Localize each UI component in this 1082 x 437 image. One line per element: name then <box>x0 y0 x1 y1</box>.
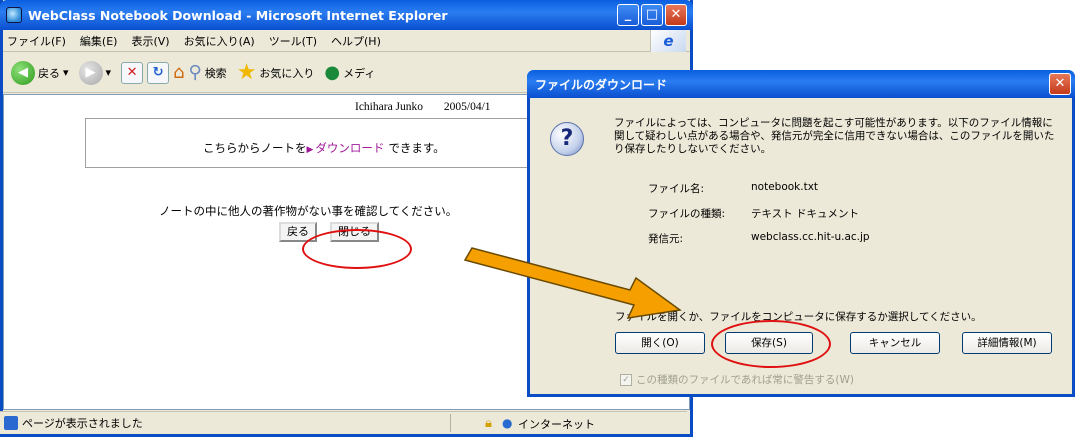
globe-icon: ● <box>502 416 513 430</box>
dialog-close-button[interactable]: ✕ <box>1049 73 1071 95</box>
always-ask-label: この種類のファイルであれば常に警告する(W) <box>636 374 854 386</box>
details-button[interactable]: 詳細情報(M) <box>962 332 1052 354</box>
source-value: webclass.cc.hit-u.ac.jp <box>751 231 870 243</box>
refresh-button[interactable]: ↻ <box>147 61 170 84</box>
always-ask-checkbox[interactable]: ✓ <box>620 373 632 386</box>
ie-window-title: WebClass Notebook Download - Microsoft I… <box>28 7 448 23</box>
menu-bar: ファイル(F) 編集(E) 表示(V) お気に入り(A) ツール(T) ヘルプ(… <box>3 30 690 52</box>
star-icon: ★ <box>236 60 257 85</box>
home-icon[interactable]: ⌂ <box>173 62 184 83</box>
file-type-label: ファイルの種類: <box>648 208 726 220</box>
back-arrow-icon: ◀ <box>11 60 35 85</box>
open-button[interactable]: 開く(O) <box>615 332 705 354</box>
back-dropdown-icon[interactable]: ▾ <box>63 66 69 79</box>
note-suffix: できます。 <box>388 141 445 155</box>
note-prefix: こちらからノートを <box>203 141 307 155</box>
security-zone: インターネット <box>518 418 595 431</box>
forward-arrow-icon: ▶ <box>78 60 103 85</box>
ie-app-icon <box>6 7 22 23</box>
warning-message: ファイルによっては、コンピュータに問題を起こす可能性があります。以下のファイル情… <box>614 117 1055 155</box>
menu-favorites[interactable]: お気に入り(A) <box>184 33 255 49</box>
save-button-highlight <box>711 320 831 368</box>
maximize-button[interactable]: □ <box>641 4 663 26</box>
link-arrow-icon: ▶ <box>306 145 314 155</box>
windows-logo-icon: e <box>650 30 686 52</box>
back-label: 戻る <box>38 66 60 80</box>
dialog-title-bar[interactable]: ファイルのダウンロード ✕ <box>527 70 1075 98</box>
source-label: 発信元: <box>648 233 684 245</box>
page-icon <box>4 416 18 430</box>
stop-button[interactable]: ✕ <box>121 61 144 84</box>
cancel-button[interactable]: キャンセル <box>850 332 940 354</box>
always-ask-row: ✓ この種類のファイルであれば常に警告する(W) <box>620 372 854 387</box>
search-button[interactable]: ⚲ 検索 <box>189 62 227 83</box>
dialog-title: ファイルのダウンロード <box>535 77 668 92</box>
forward-dropdown-icon[interactable]: ▾ <box>106 66 112 79</box>
menu-tools[interactable]: ツール(T) <box>269 33 317 49</box>
media-icon: ● <box>324 62 341 83</box>
media-button[interactable]: ● メディ <box>324 62 375 83</box>
forward-button[interactable]: ▶ ▾ <box>78 60 112 85</box>
user-name: Ichihara Junko <box>355 101 424 113</box>
status-bar: ページが表示されました 🔒︎ ● インターネット <box>0 411 687 434</box>
user-info: Ichihara Junko 2005/04/1 <box>355 101 491 113</box>
search-label: 検索 <box>204 66 227 80</box>
status-message: ページが表示されました <box>22 417 143 430</box>
lock-icon: 🔒︎ <box>485 416 492 431</box>
status-divider <box>450 414 451 432</box>
menu-view[interactable]: 表示(V) <box>131 33 169 49</box>
minimize-button[interactable]: _ <box>617 4 639 26</box>
download-link[interactable]: ダウンロード <box>315 141 384 155</box>
instruction-text: ノートの中に他人の著作物がない事を確認してください。 <box>159 204 458 218</box>
favorites-label: お気に入り <box>259 66 315 80</box>
menu-edit[interactable]: 編集(E) <box>80 33 118 49</box>
question-icon: ? <box>550 122 584 156</box>
download-sentence: こちらからノートを▶ ダウンロード できます。 <box>203 140 445 156</box>
ie-title-bar[interactable]: WebClass Notebook Download - Microsoft I… <box>0 0 693 30</box>
download-link-highlight <box>302 229 412 269</box>
media-label: メディ <box>343 66 376 80</box>
menu-file[interactable]: ファイル(F) <box>7 33 66 49</box>
favorites-button[interactable]: ★ お気に入り <box>237 60 315 85</box>
window-controls: _ □ ✕ <box>617 4 687 26</box>
back-button[interactable]: ◀ 戻る ▾ <box>11 60 69 85</box>
search-icon: ⚲ <box>188 62 202 83</box>
date: 2005/04/1 <box>443 101 491 113</box>
menu-help[interactable]: ヘルプ(H) <box>331 33 381 49</box>
close-window-button[interactable]: ✕ <box>665 4 687 26</box>
file-name-value: notebook.txt <box>751 181 819 193</box>
file-name-label: ファイル名: <box>648 183 705 195</box>
file-type-value: テキスト ドキュメント <box>751 208 860 220</box>
